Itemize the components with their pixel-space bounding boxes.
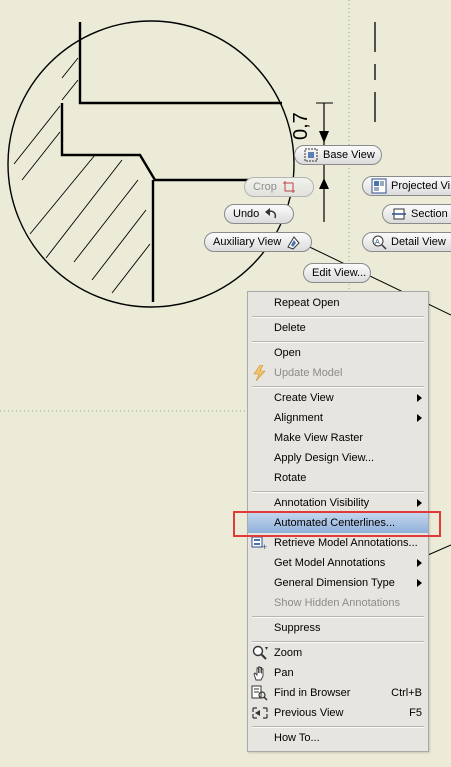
undo-button[interactable]: Undo xyxy=(224,204,294,224)
menu-item-repeat-open[interactable]: Repeat Open xyxy=(248,293,428,313)
projected-view-label: Projected Vi xyxy=(391,180,451,192)
menu-item-label: Rotate xyxy=(274,472,307,484)
menu-item-label: Delete xyxy=(274,322,306,334)
menu-item-general-dimension-type[interactable]: General Dimension Type xyxy=(248,573,428,593)
base-view-button[interactable]: Base View xyxy=(294,145,382,165)
menu-item-label: Annotation Visibility xyxy=(274,497,370,509)
menu-item-label: Update Model xyxy=(274,367,343,379)
undo-icon xyxy=(263,206,279,222)
menu-item-apply-design-view[interactable]: Apply Design View... xyxy=(248,448,428,468)
menu-item-label: Repeat Open xyxy=(274,297,340,309)
submenu-arrow-icon xyxy=(417,499,422,507)
menu-item-alignment[interactable]: Alignment xyxy=(248,408,428,428)
auxiliary-view-label: Auxiliary View xyxy=(213,236,282,248)
projected-view-icon xyxy=(371,178,387,194)
svg-text:A: A xyxy=(375,239,380,246)
crop-button[interactable]: Crop xyxy=(244,177,314,197)
menu-item-how-to[interactable]: How To... xyxy=(248,728,428,748)
menu-item-label: Retrieve Model Annotations... xyxy=(274,537,418,549)
menu-item-label: Zoom xyxy=(274,647,303,659)
menu-item-zoom[interactable]: Zoom xyxy=(248,643,428,663)
undo-label: Undo xyxy=(233,208,260,220)
menu-item-get-model-annotations[interactable]: Get Model Annotations xyxy=(248,553,428,573)
hatch-lines xyxy=(13,57,151,294)
menu-item-label: Open xyxy=(274,347,301,359)
projected-view-button[interactable]: Projected Vi xyxy=(362,176,451,196)
section-view-label: Section xyxy=(411,208,448,220)
auxiliary-view-icon xyxy=(285,234,301,250)
menu-item-label: Alignment xyxy=(274,412,323,424)
menu-item-label: Apply Design View... xyxy=(274,452,375,464)
menu-item-label: Show Hidden Annotations xyxy=(274,597,400,609)
leader-line xyxy=(427,544,451,556)
part-outline xyxy=(60,22,282,302)
section-view-icon xyxy=(391,206,407,222)
auxiliary-view-button[interactable]: Auxiliary View xyxy=(204,232,312,252)
menu-item-pan[interactable]: Pan xyxy=(248,663,428,683)
detail-circle xyxy=(7,20,295,308)
menu-item-suppress[interactable]: Suppress xyxy=(248,618,428,638)
menu-item-label: Previous View xyxy=(274,707,344,719)
submenu-arrow-icon xyxy=(417,559,422,567)
detail-view-icon: A xyxy=(371,234,387,250)
lightning-icon xyxy=(251,364,269,382)
section-view-button[interactable]: Section xyxy=(382,204,451,224)
highlight-callout-box xyxy=(233,511,441,537)
pan-hand-icon xyxy=(251,665,269,681)
menu-item-label: General Dimension Type xyxy=(274,577,395,589)
menu-item-previous-view[interactable]: Previous View F5 xyxy=(248,703,428,723)
menu-item-find-in-browser[interactable]: Find in Browser Ctrl+B xyxy=(248,683,428,703)
base-view-label: Base View xyxy=(323,149,375,161)
menu-item-label: Create View xyxy=(274,392,334,404)
zoom-icon xyxy=(251,645,269,661)
menu-item-open[interactable]: Open xyxy=(248,343,428,363)
submenu-arrow-icon xyxy=(417,414,422,422)
retrieve-annotations-icon: + xyxy=(251,535,269,552)
menu-item-annotation-visibility[interactable]: Annotation Visibility xyxy=(248,493,428,513)
shortcut-text: F5 xyxy=(409,707,422,719)
submenu-arrow-icon xyxy=(417,579,422,587)
svg-text:+: + xyxy=(262,542,267,551)
menu-item-make-view-raster[interactable]: Make View Raster xyxy=(248,428,428,448)
shortcut-text: Ctrl+B xyxy=(391,687,422,699)
edit-view-button[interactable]: Edit View... xyxy=(303,263,371,283)
menu-item-update-model[interactable]: Update Model xyxy=(248,363,428,383)
previous-view-icon xyxy=(251,705,269,721)
dimension-text: 0,7 xyxy=(290,112,312,140)
menu-item-label: Suppress xyxy=(274,622,321,634)
menu-item-show-hidden-annotations[interactable]: Show Hidden Annotations xyxy=(248,593,428,613)
menu-item-label: Make View Raster xyxy=(274,432,364,444)
detail-view-button[interactable]: A Detail View xyxy=(362,232,451,252)
menu-item-label: Pan xyxy=(274,667,294,679)
submenu-arrow-icon xyxy=(417,394,422,402)
menu-item-delete[interactable]: Delete xyxy=(248,318,428,338)
crop-label: Crop xyxy=(253,181,277,193)
crop-icon xyxy=(281,179,297,195)
menu-item-label: Find in Browser xyxy=(274,687,351,699)
menu-item-rotate[interactable]: Rotate xyxy=(248,468,428,488)
menu-item-label: How To... xyxy=(274,732,320,744)
detail-view-label: Detail View xyxy=(391,236,446,248)
menu-item-label: Get Model Annotations xyxy=(274,557,386,569)
menu-item-create-view[interactable]: Create View xyxy=(248,388,428,408)
edit-view-label: Edit View... xyxy=(312,267,367,279)
base-view-icon xyxy=(303,147,319,163)
find-in-browser-icon xyxy=(251,685,269,701)
